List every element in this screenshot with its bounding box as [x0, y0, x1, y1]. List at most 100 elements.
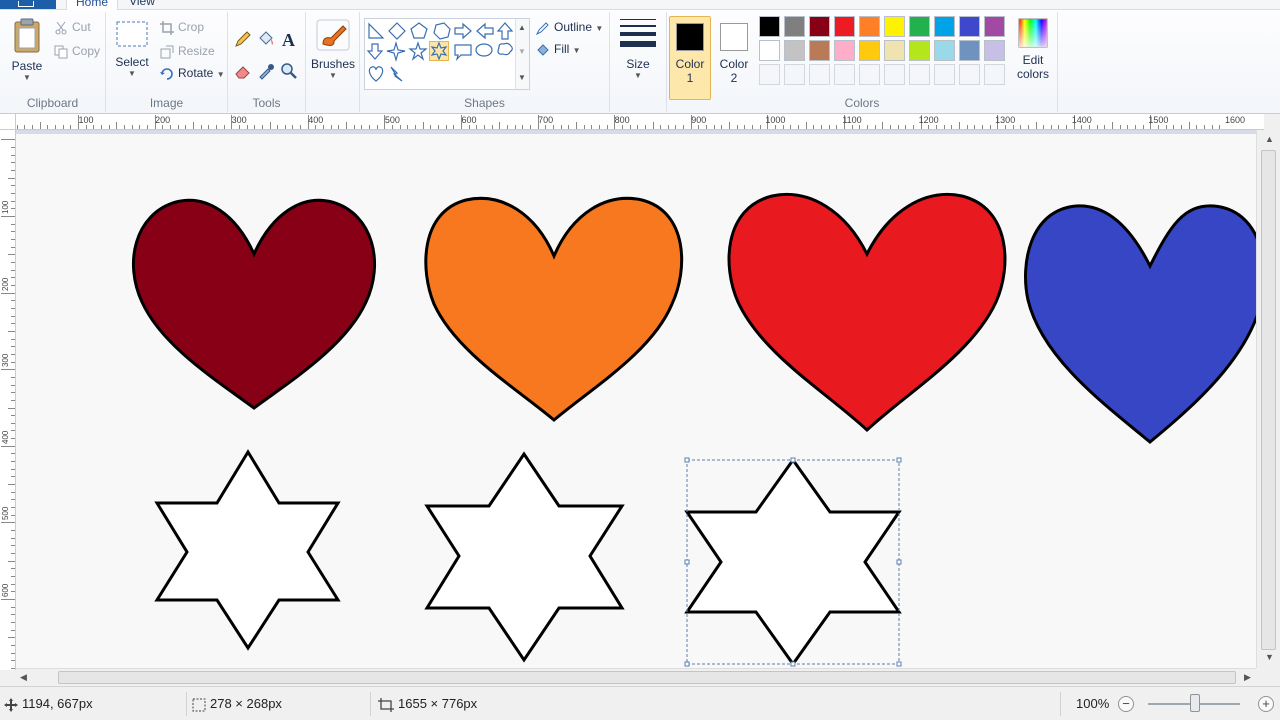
gallery-up-icon[interactable]: ▲ — [518, 23, 526, 32]
up-arrow-shape-icon[interactable] — [496, 22, 514, 40]
palette-custom-slot[interactable] — [834, 64, 855, 85]
palette-swatch[interactable] — [809, 16, 830, 37]
resize-handle-bl[interactable] — [684, 661, 690, 667]
palette-custom-slot[interactable] — [884, 64, 905, 85]
paste-dropdown-icon[interactable]: ▼ — [6, 73, 48, 82]
right-triangle-shape-icon[interactable] — [368, 22, 385, 39]
heart-shape-icon[interactable] — [368, 66, 384, 82]
five-point-star-shape-icon[interactable] — [408, 41, 428, 61]
palette-swatch[interactable] — [784, 16, 805, 37]
fill-button[interactable]: Fill ▼ — [536, 40, 581, 58]
palette-custom-slot[interactable] — [984, 64, 1005, 85]
heart-dark-red[interactable] — [131, 198, 377, 410]
zoom-out-button[interactable]: − — [1118, 696, 1134, 712]
palette-custom-slot[interactable] — [959, 64, 980, 85]
fill-bucket-tool[interactable] — [255, 28, 277, 50]
color2-button[interactable]: Color 2 — [713, 16, 755, 100]
fill-dropdown-icon[interactable]: ▼ — [573, 46, 581, 55]
horizontal-scroll-thumb[interactable] — [58, 671, 1236, 684]
color-picker-tool[interactable] — [255, 60, 277, 82]
resize-handle-br[interactable] — [896, 661, 902, 667]
down-arrow-shape-icon[interactable] — [366, 43, 384, 60]
palette-swatch[interactable] — [859, 16, 880, 37]
palette-swatch[interactable] — [959, 40, 980, 61]
crop-button[interactable]: Crop — [160, 18, 204, 36]
palette-custom-slot[interactable] — [859, 64, 880, 85]
star-3-selected[interactable] — [684, 457, 902, 667]
palette-swatch[interactable] — [884, 40, 905, 61]
palette-swatch[interactable] — [834, 16, 855, 37]
color1-button[interactable]: Color 1 — [669, 16, 711, 100]
cloud-callout-shape-icon[interactable] — [497, 42, 513, 56]
resize-handle-l[interactable] — [684, 559, 690, 565]
palette-swatch[interactable] — [809, 40, 830, 61]
paste-button[interactable]: Paste ▼ — [6, 18, 48, 82]
heart-blue[interactable] — [1024, 204, 1256, 444]
magnifier-tool[interactable] — [278, 60, 300, 82]
heart-red[interactable] — [727, 193, 1007, 433]
palette-swatch[interactable] — [759, 16, 780, 37]
palette-swatch[interactable] — [909, 40, 930, 61]
drawing-canvas[interactable] — [16, 134, 1256, 668]
zoom-slider-thumb[interactable] — [1190, 694, 1200, 712]
palette-swatch[interactable] — [959, 16, 980, 37]
copy-button[interactable]: Copy — [54, 42, 100, 60]
star-2[interactable] — [424, 451, 625, 663]
edit-colors-button[interactable]: Edit colors — [1013, 18, 1053, 81]
palette-swatch[interactable] — [984, 40, 1005, 61]
palette-swatch[interactable] — [784, 40, 805, 61]
size-dropdown-icon[interactable]: ▼ — [614, 71, 662, 80]
resize-button[interactable]: Resize — [160, 42, 215, 60]
resize-handle-b[interactable] — [790, 661, 796, 667]
file-menu-button[interactable] — [0, 0, 56, 9]
resize-handle-t[interactable] — [790, 457, 796, 463]
vertical-scrollbar[interactable]: ▲ ▼ — [1256, 130, 1280, 668]
palette-swatch[interactable] — [909, 16, 930, 37]
brushes-dropdown-icon[interactable]: ▼ — [310, 71, 356, 80]
palette-custom-slot[interactable] — [809, 64, 830, 85]
size-button[interactable]: Size ▼ — [614, 16, 662, 80]
resize-handle-tl[interactable] — [684, 457, 690, 463]
palette-swatch[interactable] — [884, 16, 905, 37]
eraser-tool[interactable] — [232, 60, 254, 82]
outline-dropdown-icon[interactable]: ▼ — [595, 24, 603, 33]
palette-swatch[interactable] — [934, 16, 955, 37]
right-arrow-shape-icon[interactable] — [454, 22, 472, 40]
vertical-scroll-thumb[interactable] — [1261, 150, 1276, 650]
brushes-button[interactable]: Brushes ▼ — [310, 18, 356, 80]
diamond-shape-icon[interactable] — [388, 22, 406, 40]
four-point-star-shape-icon[interactable] — [386, 40, 406, 63]
star-1[interactable] — [154, 449, 341, 651]
palette-swatch[interactable] — [834, 40, 855, 61]
palette-swatch[interactable] — [934, 40, 955, 61]
zoom-in-button[interactable]: + — [1258, 696, 1274, 712]
palette-custom-slot[interactable] — [759, 64, 780, 85]
shapes-gallery-scrollbar[interactable]: ▲ ▼ ▼ — [515, 19, 529, 89]
left-arrow-shape-icon[interactable] — [476, 22, 494, 40]
scroll-down-icon[interactable]: ▼ — [1265, 652, 1274, 662]
horizontal-scrollbar[interactable]: ◀ ▶ — [16, 668, 1256, 686]
resize-handle-tr[interactable] — [896, 457, 902, 463]
six-point-star-shape-selected[interactable] — [429, 41, 449, 61]
cut-button[interactable]: Cut — [54, 18, 91, 36]
hexagon-shape-icon[interactable] — [433, 22, 451, 40]
lightning-shape-icon[interactable] — [390, 66, 403, 82]
heart-orange[interactable] — [424, 196, 684, 422]
select-dropdown-icon[interactable]: ▼ — [112, 69, 152, 78]
rotate-dropdown-icon[interactable]: ▼ — [217, 70, 225, 79]
palette-custom-slot[interactable] — [784, 64, 805, 85]
outline-button[interactable]: Outline ▼ — [536, 18, 603, 36]
palette-custom-slot[interactable] — [909, 64, 930, 85]
text-tool[interactable]: A — [278, 28, 300, 50]
palette-swatch[interactable] — [984, 16, 1005, 37]
rotate-button[interactable]: Rotate ▼ — [160, 64, 225, 82]
scroll-right-icon[interactable]: ▶ — [1244, 672, 1251, 683]
palette-custom-slot[interactable] — [934, 64, 955, 85]
scroll-up-icon[interactable]: ▲ — [1265, 134, 1274, 144]
select-button[interactable]: Select ▼ — [112, 18, 152, 78]
scroll-left-icon[interactable]: ◀ — [20, 672, 27, 683]
pencil-tool[interactable] — [232, 28, 254, 50]
palette-swatch[interactable] — [859, 40, 880, 61]
oval-callout-shape-icon[interactable] — [475, 43, 493, 57]
gallery-expand-icon[interactable]: ▼ — [518, 73, 526, 82]
